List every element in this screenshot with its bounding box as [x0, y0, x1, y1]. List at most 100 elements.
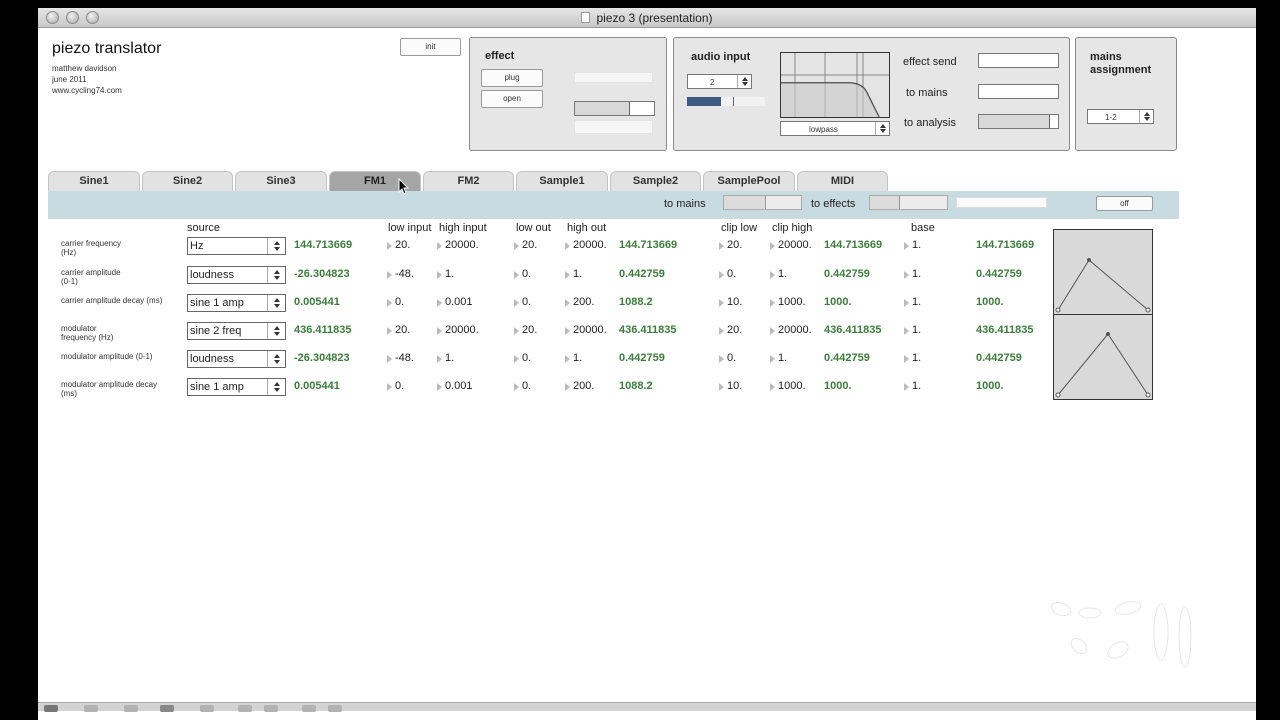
source-menu[interactable]: sine 1 amp	[187, 294, 286, 312]
mains-assignment-menu[interactable]: 1-2	[1087, 109, 1154, 124]
high-input-number[interactable]: 0.001	[437, 296, 473, 308]
base-number[interactable]: 1.	[903, 268, 921, 280]
source-menu-value: loudness	[190, 269, 235, 281]
effect-return-slider[interactable]	[574, 120, 653, 134]
base-number[interactable]: 1.	[903, 352, 921, 364]
high-out-number[interactable]: 200.	[564, 296, 594, 308]
high-input-number[interactable]: 0.001	[437, 380, 473, 392]
low-out-number[interactable]: 0.	[513, 380, 531, 392]
base-number[interactable]: 1.	[903, 239, 921, 251]
tab-fm2[interactable]: FM2	[423, 171, 514, 191]
high-input-number[interactable]: 20000.	[437, 324, 479, 336]
toolbar-zoom-out-icon[interactable]	[302, 705, 316, 712]
low-out-number[interactable]: 0.	[513, 296, 531, 308]
off-toggle-button[interactable]: off	[1096, 196, 1153, 211]
parameter-label-sub: (Hz)	[61, 248, 77, 257]
low-input-number[interactable]: 0.	[386, 296, 404, 308]
toolbar-text-icon[interactable]	[200, 705, 214, 712]
high-input-number[interactable]: 1.	[436, 352, 454, 364]
plug-button[interactable]: plug	[481, 69, 543, 87]
tab-sine1[interactable]: Sine1	[48, 171, 140, 191]
clip-low-number[interactable]: 20.	[718, 239, 742, 251]
high-input-number[interactable]: 20000.	[437, 239, 479, 251]
modulator-envelope-graph[interactable]	[1053, 314, 1153, 400]
clip-high-number[interactable]: 20000.	[770, 239, 812, 251]
to-mains-slider[interactable]	[978, 84, 1059, 99]
tab-samplepool[interactable]: SamplePool	[703, 171, 795, 191]
to-analysis-slider[interactable]	[978, 114, 1059, 129]
mains-title-line2: assignment	[1090, 64, 1152, 76]
clip-low-number[interactable]: 10.	[718, 296, 742, 308]
base-number[interactable]: 1.	[903, 324, 921, 336]
low-input-number[interactable]: 20.	[386, 324, 410, 336]
low-input-number[interactable]: -48.	[387, 352, 414, 364]
source-menu[interactable]: sine 1 amp	[187, 378, 286, 396]
high-out-number[interactable]: 1.	[564, 352, 582, 364]
high-input-number[interactable]: 1.	[436, 268, 454, 280]
low-out-number[interactable]: 20.	[513, 324, 537, 336]
tab-sample1[interactable]: Sample1	[516, 171, 608, 191]
input-channel-value: 2	[710, 78, 715, 87]
source-menu[interactable]: loudness	[187, 266, 286, 284]
toolbar-lock-icon[interactable]	[44, 705, 58, 712]
toolbar-new-object-icon[interactable]	[124, 705, 138, 712]
high-out-number[interactable]: 20000.	[565, 239, 607, 251]
envelope-point[interactable]	[1087, 258, 1091, 262]
init-button[interactable]: init	[400, 38, 461, 56]
low-out-number[interactable]: 20.	[513, 239, 537, 251]
clip-low-number[interactable]: 10.	[718, 380, 742, 392]
clip-high-number[interactable]: 1.	[769, 268, 787, 280]
carrier-envelope-graph[interactable]	[1053, 229, 1153, 315]
tab-sine2[interactable]: Sine2	[142, 171, 233, 191]
clip-high-number[interactable]: 1000.	[770, 380, 806, 392]
toolbar-snap-icon[interactable]	[264, 705, 278, 712]
open-button[interactable]: open	[481, 90, 543, 108]
clip-high-number[interactable]: 1000.	[770, 296, 806, 308]
strip-to-mains-slider[interactable]	[723, 195, 802, 210]
envelope-point[interactable]	[1145, 307, 1151, 313]
toolbar-edit-icon[interactable]	[160, 705, 174, 712]
tab-sine3[interactable]: Sine3	[235, 171, 327, 191]
effect-gain-slider[interactable]	[574, 101, 655, 116]
envelope-point[interactable]	[1055, 392, 1061, 398]
filter-type-menu[interactable]: lowpass	[780, 121, 890, 136]
strip-to-effects-label: to effects	[811, 198, 856, 210]
source-menu[interactable]: sine 2 freq	[187, 322, 286, 340]
envelope-point[interactable]	[1055, 307, 1061, 313]
effect-send-slider[interactable]	[978, 53, 1059, 68]
low-out-number[interactable]: 0.	[513, 268, 531, 280]
effect-send-label: effect send	[903, 56, 957, 68]
low-input-number[interactable]: -48.	[387, 268, 414, 280]
source-menu[interactable]: Hz	[187, 237, 286, 255]
strip-to-effects-slider[interactable]	[869, 195, 948, 210]
high-out-number[interactable]: 1.	[564, 268, 582, 280]
clip-low-number[interactable]: 0.	[718, 268, 736, 280]
base-number[interactable]: 1.	[903, 296, 921, 308]
scaled-value: 1088.2	[619, 296, 653, 308]
input-channel-menu[interactable]: 2	[687, 74, 752, 89]
toolbar-presentation-icon[interactable]	[84, 705, 98, 712]
title-bar[interactable]: piezo 3 (presentation)	[38, 8, 1256, 28]
tab-midi[interactable]: MIDI	[797, 171, 888, 191]
source-menu[interactable]: loudness	[187, 350, 286, 368]
clip-high-number[interactable]: 20000.	[770, 324, 812, 336]
tab-sample2[interactable]: Sample2	[610, 171, 701, 191]
low-out-number[interactable]: 0.	[513, 352, 531, 364]
tab-output-strip: to mains to effects off	[48, 191, 1179, 219]
high-out-number[interactable]: 20000.	[565, 324, 607, 336]
toolbar-zoom-in-icon[interactable]	[328, 705, 342, 712]
clip-low-number[interactable]: 20.	[718, 324, 742, 336]
low-input-number[interactable]: 0.	[386, 380, 404, 392]
envelope-point[interactable]	[1106, 332, 1110, 336]
toolbar-grid-icon[interactable]	[238, 705, 252, 712]
cycling74-watermark-logo	[1050, 601, 1192, 668]
column-header-clip-low: clip low	[721, 222, 758, 234]
envelope-point[interactable]	[1145, 392, 1151, 398]
low-input-number[interactable]: 20.	[386, 239, 410, 251]
base-number[interactable]: 1.	[903, 380, 921, 392]
filter-response-graph[interactable]	[780, 52, 890, 118]
strip-to-mains-fill	[724, 196, 766, 209]
high-out-number[interactable]: 200.	[564, 380, 594, 392]
clip-high-number[interactable]: 1.	[769, 352, 787, 364]
clip-low-number[interactable]: 0.	[718, 352, 736, 364]
